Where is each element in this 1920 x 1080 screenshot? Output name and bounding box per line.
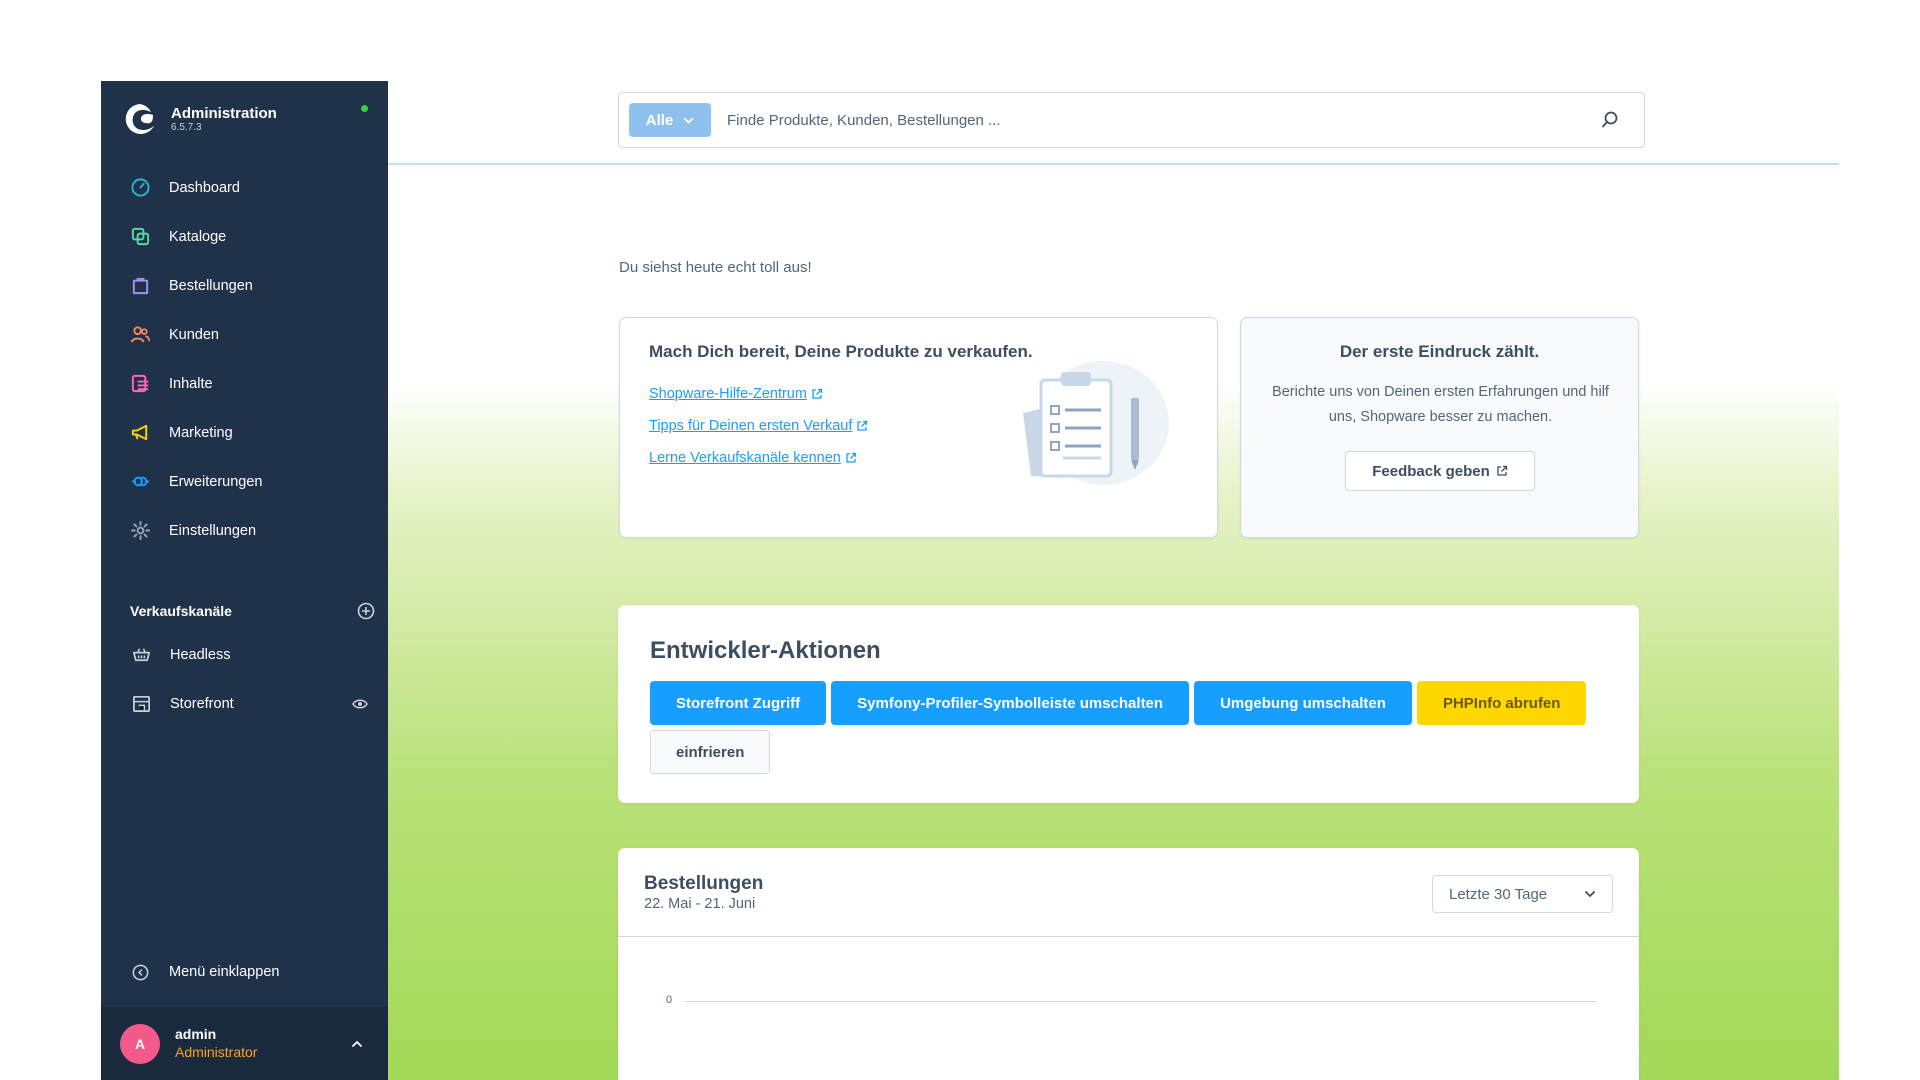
user-menu[interactable]: A admin Administrator <box>101 1007 388 1080</box>
storefront-access-button[interactable]: Storefront Zugriff <box>650 681 827 725</box>
phpinfo-button[interactable]: PHPInfo abrufen <box>1416 681 1587 725</box>
help-links: Shopware-Hilfe-Zentrum Tipps für Deinen … <box>649 378 868 474</box>
help-center-link[interactable]: Shopware-Hilfe-Zentrum <box>649 378 868 410</box>
search-type-label: Alle <box>645 111 674 129</box>
shopware-logo-icon <box>125 104 154 134</box>
brand-version: 6.5.7.3 <box>171 121 202 133</box>
nav-item-catalog[interactable]: Kataloge <box>101 212 388 261</box>
brand-title: Administration <box>171 104 277 122</box>
feedback-button[interactable]: Feedback geben <box>1345 451 1535 491</box>
collapse-arrow-icon <box>129 961 151 983</box>
first-sale-tips-link[interactable]: Tipps für Deinen ersten Verkauf <box>649 410 868 442</box>
extensions-icon <box>129 471 151 493</box>
orders-header: Bestellungen 22. Mai - 21. Juni Letzte 3… <box>618 848 1639 937</box>
user-role: Administrator <box>175 1044 258 1060</box>
sales-channel-list: Headless Storefront <box>101 630 388 728</box>
avatar: A <box>120 1023 160 1064</box>
toggle-environment-button[interactable]: Umgebung umschalten <box>1194 681 1412 725</box>
chevron-down-icon <box>1585 891 1595 898</box>
catalog-icon <box>129 226 151 248</box>
nav-label: Marketing <box>169 424 233 441</box>
nav-label: Erweiterungen <box>169 473 263 490</box>
link-text: Shopware-Hilfe-Zentrum <box>649 386 807 402</box>
admin-app: Administration 6.5.7.3 Dashboard Katalog… <box>101 81 1839 1080</box>
feedback-button-label: Feedback geben <box>1372 462 1490 480</box>
nav-label: Dashboard <box>169 179 240 196</box>
freeze-button[interactable]: einfrieren <box>650 730 771 774</box>
nav-label: Einstellungen <box>169 522 257 539</box>
chart-baseline <box>685 1001 1596 1002</box>
nav-label: Inhalte <box>169 375 213 392</box>
marketing-icon <box>129 422 151 444</box>
settings-icon <box>129 520 151 542</box>
chevron-up-icon[interactable] <box>350 1037 364 1051</box>
orders-card: Bestellungen 22. Mai - 21. Juni Letzte 3… <box>618 848 1639 1080</box>
sales-channels-header: Verkaufskanäle <box>130 602 375 620</box>
eye-icon[interactable] <box>352 696 368 712</box>
sales-channels-title: Verkaufskanäle <box>130 603 232 619</box>
feedback-title: Der erste Eindruck zählt. <box>1339 342 1540 361</box>
global-search: Alle <box>618 92 1645 148</box>
basket-icon <box>130 644 152 666</box>
greeting-text: Du siehst heute echt toll aus! <box>619 259 812 276</box>
developer-actions-card: Entwickler-Aktionen Storefront Zugriff S… <box>618 605 1639 803</box>
sales-channel-storefront[interactable]: Storefront <box>101 679 388 728</box>
sales-channel-label: Storefront <box>170 695 234 712</box>
dashboard-icon <box>129 177 151 199</box>
external-link-icon <box>846 452 857 463</box>
sidebar: Administration 6.5.7.3 Dashboard Katalog… <box>101 81 388 1080</box>
external-link-icon <box>1497 465 1507 476</box>
online-status-dot <box>361 105 368 112</box>
add-sales-channel-icon[interactable] <box>357 602 375 620</box>
feedback-text: Berichte uns von Deinen ersten Erfahrung… <box>1272 384 1609 425</box>
checklist-illustration-icon <box>1023 361 1169 485</box>
sales-channel-label: Headless <box>170 646 231 663</box>
external-link-icon <box>812 388 823 399</box>
orders-range-select[interactable]: Letzte 30 Tage <box>1432 875 1613 913</box>
link-text: Lerne Verkaufskanäle kennen <box>649 450 841 466</box>
sales-channels-link[interactable]: Lerne Verkaufskanäle kennen <box>649 442 868 474</box>
nav-item-dashboard[interactable]: Dashboard <box>101 163 388 212</box>
nav-item-customers[interactable]: Kunden <box>101 310 388 359</box>
top-bar: Alle <box>388 81 1839 165</box>
brand[interactable]: Administration 6.5.7.3 <box>123 99 277 139</box>
chart-y-tick-zero: 0 <box>666 994 673 1006</box>
orders-icon <box>129 275 151 297</box>
content-icon <box>129 373 151 395</box>
get-started-card: Mach Dich bereit, Deine Produkte zu verk… <box>619 317 1218 538</box>
search-input[interactable] <box>727 111 1600 129</box>
search-type-dropdown[interactable]: Alle <box>629 103 711 137</box>
nav-item-extensions[interactable]: Erweiterungen <box>101 457 388 506</box>
developer-actions-title: Entwickler-Aktionen <box>650 637 881 664</box>
nav-label: Bestellungen <box>169 277 253 294</box>
main-content: Alle Du siehst heute echt toll aus! Mach… <box>388 81 1839 1080</box>
toggle-profiler-button[interactable]: Symfony-Profiler-Symbolleiste umschalten <box>831 681 1190 725</box>
collapse-menu-label: Menü einklappen <box>169 964 280 980</box>
main-navigation: Dashboard Kataloge Bestellungen Kunden I… <box>101 163 388 555</box>
orders-title: Bestellungen <box>644 873 764 894</box>
chevron-down-icon <box>684 117 694 124</box>
nav-label: Kunden <box>169 326 219 343</box>
storefront-icon <box>130 693 152 715</box>
external-link-icon <box>857 420 868 431</box>
collapse-menu-button[interactable]: Menü einklappen <box>129 961 279 983</box>
link-text: Tipps für Deinen ersten Verkauf <box>649 418 853 434</box>
customers-icon <box>129 324 151 346</box>
developer-actions-buttons: Storefront Zugriff Symfony-Profiler-Symb… <box>650 681 1610 774</box>
user-name: admin <box>175 1026 217 1042</box>
get-started-title: Mach Dich bereit, Deine Produkte zu verk… <box>649 342 1033 361</box>
nav-item-content[interactable]: Inhalte <box>101 359 388 408</box>
feedback-card: Der erste Eindruck zählt. Berichte uns v… <box>1240 317 1639 538</box>
nav-item-settings[interactable]: Einstellungen <box>101 506 388 555</box>
sales-channel-headless[interactable]: Headless <box>101 630 388 679</box>
search-icon[interactable] <box>1600 110 1620 130</box>
nav-item-orders[interactable]: Bestellungen <box>101 261 388 310</box>
nav-label: Kataloge <box>169 228 227 245</box>
orders-date-range: 22. Mai - 21. Juni <box>644 896 756 912</box>
nav-item-marketing[interactable]: Marketing <box>101 408 388 457</box>
orders-range-select-value: Letzte 30 Tage <box>1449 885 1548 903</box>
